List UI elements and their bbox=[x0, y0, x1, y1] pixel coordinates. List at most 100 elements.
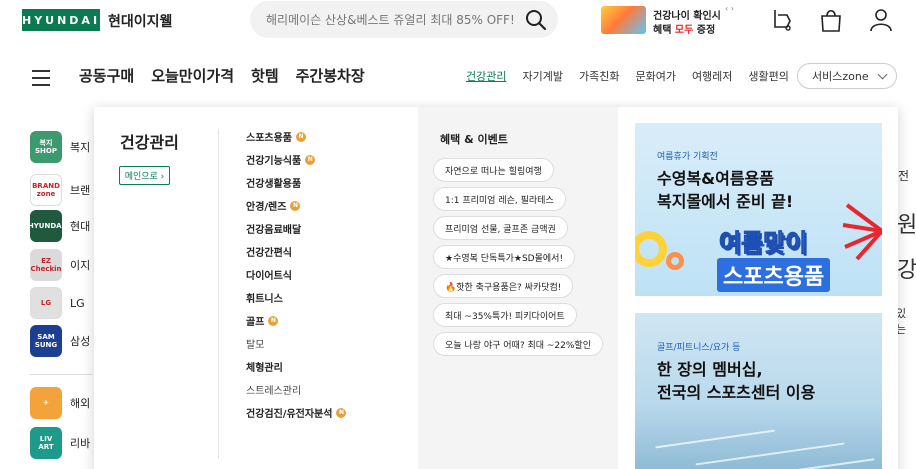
divider bbox=[30, 374, 92, 375]
category-item[interactable]: 안경/렌즈 N bbox=[246, 198, 301, 213]
go-main-button[interactable]: 메인으로 › bbox=[119, 166, 170, 185]
quick-link-icon: SAM SUNG bbox=[30, 325, 62, 357]
promo-line2: 혜택 모두 증정 bbox=[653, 21, 715, 36]
category-item[interactable]: 다이어트식 bbox=[246, 267, 292, 282]
category-item[interactable]: 스트레스관리 bbox=[246, 382, 301, 397]
event-chip[interactable]: 1:1 프리미엄 레슨, 필라테스 bbox=[433, 187, 566, 211]
category-item[interactable]: 골프 N bbox=[246, 313, 279, 328]
event-chip[interactable]: 오늘 나랑 야구 어때? 최대 ~22%할인 bbox=[433, 332, 603, 356]
new-badge: N bbox=[290, 200, 301, 211]
category-item[interactable]: 건강기능식품 N bbox=[246, 152, 316, 167]
pool-lane bbox=[655, 429, 775, 449]
category-item[interactable]: 탈모 bbox=[246, 336, 264, 351]
promo-line2-pre: 혜택 bbox=[653, 25, 675, 36]
service-zone-dropdown[interactable]: 서비스zone bbox=[797, 63, 897, 89]
search-icon bbox=[526, 9, 547, 30]
right-fragment-big2: 강 bbox=[897, 258, 916, 283]
quick-link-item[interactable]: LG LG bbox=[30, 287, 85, 319]
user-icon[interactable] bbox=[868, 7, 894, 33]
pool-lane bbox=[695, 442, 845, 466]
right-fragment-top: 전 bbox=[898, 169, 910, 183]
quick-link-item[interactable]: 복지 SHOP 복지 bbox=[30, 131, 90, 163]
sub-nav-item[interactable]: 문화여가 bbox=[635, 68, 675, 84]
main-nav-item[interactable]: 공동구매 bbox=[79, 65, 134, 86]
divider bbox=[218, 129, 219, 459]
category-label: 탈모 bbox=[246, 340, 265, 351]
main-nav-item[interactable]: 오늘만이가격 bbox=[151, 65, 234, 86]
quick-link-icon: 복지 SHOP bbox=[30, 131, 62, 163]
search-bar bbox=[250, 1, 558, 38]
quick-link-label: 이지 bbox=[70, 259, 91, 272]
sub-nav-item[interactable]: 가족친화 bbox=[579, 68, 619, 84]
quick-link-icon: EZ Checkin bbox=[30, 249, 62, 281]
category-item[interactable]: 건강생활용품 bbox=[246, 175, 301, 190]
banner-headline-1: 한 장의 멤버십, bbox=[657, 360, 763, 379]
mega-menu-title: 건강관리 bbox=[120, 133, 179, 152]
hyundai-logo[interactable]: HYUNDAI bbox=[22, 9, 100, 31]
quick-link-label: 현대 bbox=[70, 220, 91, 233]
promo-line2-post: 증정 bbox=[693, 25, 716, 36]
event-chip[interactable]: 최대 ~35%특가! 피키다이어트 bbox=[433, 303, 577, 327]
sub-nav-item[interactable]: 여행레저 bbox=[692, 68, 732, 84]
event-chip[interactable]: 프리미엄 선물, 골프존 금액권 bbox=[433, 216, 568, 240]
quick-link-icon: ✈ bbox=[30, 387, 62, 419]
search-input[interactable] bbox=[266, 1, 514, 38]
sunburst-icon bbox=[842, 203, 882, 261]
category-label: 다이어트식 bbox=[246, 271, 292, 282]
sub-nav-item[interactable]: 생활편의 bbox=[748, 68, 788, 84]
category-item[interactable]: 휘트니스 bbox=[246, 290, 283, 305]
search-button[interactable] bbox=[514, 1, 558, 38]
menu-button[interactable] bbox=[25, 63, 59, 93]
quick-link-icon: BRAND zone bbox=[30, 174, 62, 206]
quick-link-item[interactable]: BRAND zone 브랜 bbox=[30, 174, 90, 206]
banner-art-text-2: 스포츠용품 bbox=[717, 258, 831, 292]
category-label: 스트레스관리 bbox=[246, 386, 302, 397]
quick-link-label: 해외 bbox=[70, 397, 91, 410]
quick-link-item[interactable]: EZ Checkin 이지 bbox=[30, 249, 90, 281]
sports-membership-banner[interactable]: 골프/피트니스/요가 등 한 장의 멤버십, 전국의 스포츠센터 이용 bbox=[635, 313, 882, 469]
quick-link-item[interactable]: ✈ 해외 bbox=[30, 387, 90, 419]
health-mega-menu: 건강관리 메인으로 › 스포츠용품 N 건강기능식품 N 건강생활용품 안경/렌즈 N 건강음… bbox=[94, 107, 898, 469]
service-zone-label: 서비스zone bbox=[812, 70, 869, 83]
hamburger-line bbox=[32, 70, 50, 72]
sub-nav-item[interactable]: 건강관리 bbox=[466, 68, 506, 84]
shopping-bag-icon[interactable] bbox=[818, 7, 844, 33]
event-chip[interactable]: 자연으로 떠나는 힐링여행 bbox=[433, 158, 554, 182]
quick-link-item[interactable]: HYUNDAI 현대 bbox=[28, 210, 91, 242]
main-nav-item[interactable]: 핫템 bbox=[251, 65, 279, 86]
event-chip[interactable]: 🔥핫한 축구용품은? 싸카닷컴! bbox=[433, 274, 574, 298]
main-nav-item[interactable]: 주간봉차장 bbox=[296, 65, 365, 86]
category-item[interactable]: 스포츠용품 N bbox=[246, 129, 306, 144]
quick-link-label: 복지 bbox=[70, 141, 91, 154]
recent-view-icon[interactable] bbox=[770, 7, 796, 33]
banner-art-text-1: 여름맞이 bbox=[718, 229, 808, 258]
swim-ring-icon bbox=[635, 231, 684, 270]
category-item[interactable]: 건강음료배달 bbox=[246, 221, 301, 236]
quick-link-item[interactable]: LIV ART 리바 bbox=[30, 427, 90, 459]
event-chip[interactable]: ★수영복 단독특가★SD몰에서! bbox=[433, 245, 576, 269]
new-badge: N bbox=[336, 407, 347, 418]
category-item[interactable]: 건강간편식 bbox=[246, 244, 292, 259]
banner-headline-2: 전국의 스포츠센터 이용 bbox=[657, 383, 816, 402]
banner-headline-2: 복지몰에서 준비 끝! bbox=[657, 192, 794, 211]
summer-sports-banner[interactable]: 여름휴가 기획전 수영복&여름용품 복지몰에서 준비 끝! 여름맞이 스포츠용품 bbox=[635, 123, 882, 296]
hamburger-line bbox=[32, 77, 50, 79]
quick-link-item[interactable]: SAM SUNG 삼성 bbox=[30, 325, 90, 357]
chevron-down-icon bbox=[877, 69, 888, 80]
promo-banner[interactable]: 건강나이 확인시 혜택 모두 증정 ‹ › bbox=[601, 4, 741, 36]
promo-line1: 건강나이 확인시 bbox=[653, 11, 721, 22]
right-fragment-small: 있는 bbox=[896, 307, 907, 336]
sub-nav-item[interactable]: 자기계발 bbox=[522, 68, 562, 84]
banner-tag: 골프/피트니스/요가 등 bbox=[657, 343, 741, 353]
new-badge: N bbox=[305, 154, 316, 165]
category-item[interactable]: 체형관리 bbox=[246, 359, 283, 374]
category-item[interactable]: 건강검진/유전자분석 N bbox=[246, 405, 347, 420]
category-label: 스포츠용품 bbox=[246, 133, 292, 144]
category-label: 휘트니스 bbox=[246, 294, 283, 305]
new-badge: N bbox=[268, 315, 279, 326]
page: HYUNDAI 현대이지웰 건강나이 확인시 혜택 모두 증정 ‹ › 공동구매… bbox=[0, 0, 916, 469]
brand-name[interactable]: 현대이지웰 bbox=[108, 11, 172, 31]
category-label: 골프 bbox=[246, 317, 265, 328]
banner-headline-1: 수영복&여름용품 bbox=[657, 169, 774, 188]
promo-arrows[interactable]: ‹ › bbox=[725, 4, 734, 13]
